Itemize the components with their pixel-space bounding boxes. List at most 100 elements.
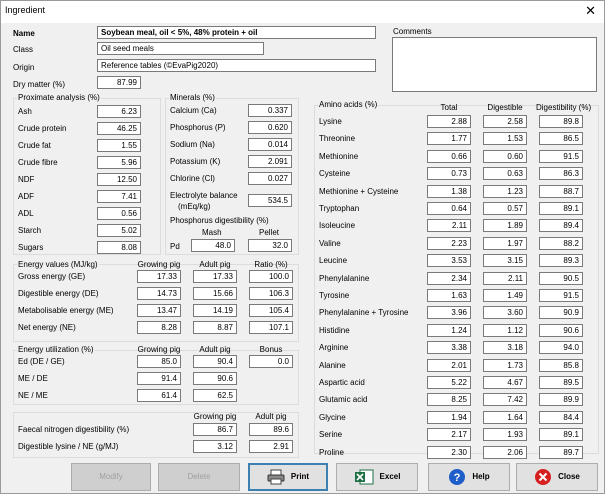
amino-value[interactable]: 0.73 [427, 167, 471, 181]
amino-value[interactable]: 1.97 [483, 236, 527, 250]
amino-value[interactable]: 1.23 [483, 184, 527, 198]
proximate-value[interactable]: 1.55 [97, 139, 141, 152]
amino-value[interactable]: 86.3 [539, 167, 583, 181]
util-value[interactable]: 91.4 [137, 372, 181, 385]
faecal-value[interactable]: 2.91 [249, 440, 293, 453]
util-value[interactable]: 62.5 [193, 389, 237, 402]
amino-value[interactable]: 7.42 [483, 393, 527, 407]
amino-value[interactable]: 0.63 [483, 167, 527, 181]
amino-value[interactable]: 86.5 [539, 132, 583, 146]
energy-value[interactable]: 14.19 [193, 304, 237, 317]
faecal-value[interactable]: 3.12 [193, 440, 237, 453]
comments-field[interactable] [392, 37, 597, 92]
energy-value[interactable]: 14.73 [137, 287, 181, 300]
mineral-value[interactable]: 0.027 [248, 172, 292, 185]
name-field[interactable]: Soybean meal, oil < 5%, 48% protein + oi… [97, 26, 376, 39]
energy-value[interactable]: 105.4 [249, 304, 293, 317]
amino-value[interactable]: 2.30 [427, 445, 471, 459]
util-value[interactable]: 0.0 [249, 355, 293, 368]
amino-value[interactable]: 89.7 [539, 445, 583, 459]
amino-value[interactable]: 1.24 [427, 323, 471, 337]
modify-button[interactable]: Modify [71, 463, 151, 491]
proximate-value[interactable]: 46.25 [97, 122, 141, 135]
amino-value[interactable]: 90.5 [539, 271, 583, 285]
amino-value[interactable]: 5.22 [427, 376, 471, 389]
util-value[interactable]: 90.4 [193, 355, 237, 368]
close-icon[interactable]: ✕ [585, 3, 596, 19]
energy-value[interactable]: 107.1 [249, 321, 293, 334]
class-field[interactable]: Oil seed meals [97, 42, 264, 55]
mineral-value[interactable]: 0.014 [248, 138, 292, 151]
util-value[interactable]: 61.4 [137, 389, 181, 402]
amino-value[interactable]: 1.93 [483, 428, 527, 442]
util-value[interactable]: 90.6 [193, 372, 237, 385]
energy-value[interactable]: 13.47 [137, 304, 181, 317]
amino-value[interactable]: 2.11 [427, 219, 471, 233]
amino-value[interactable]: 89.3 [539, 254, 583, 268]
amino-value[interactable]: 94.0 [539, 341, 583, 355]
amino-value[interactable]: 1.64 [483, 410, 527, 424]
amino-value[interactable]: 89.8 [539, 115, 583, 128]
proximate-value[interactable]: 7.41 [97, 190, 141, 203]
amino-value[interactable]: 88.7 [539, 184, 583, 198]
mineral-value[interactable]: 0.337 [248, 104, 292, 117]
amino-value[interactable]: 89.5 [539, 376, 583, 389]
amino-value[interactable]: 91.5 [539, 289, 583, 302]
amino-value[interactable]: 1.89 [483, 219, 527, 233]
faecal-value[interactable]: 86.7 [193, 423, 237, 436]
proximate-value[interactable]: 12.50 [97, 173, 141, 186]
amino-value[interactable]: 2.06 [483, 445, 527, 459]
proximate-value[interactable]: 8.08 [97, 241, 141, 254]
amino-value[interactable]: 89.1 [539, 202, 583, 215]
amino-value[interactable]: 88.2 [539, 236, 583, 250]
electrolyte-field[interactable]: 534.5 [248, 194, 292, 207]
amino-value[interactable]: 1.53 [483, 132, 527, 146]
amino-value[interactable]: 1.94 [427, 410, 471, 424]
proximate-value[interactable]: 0.56 [97, 207, 141, 220]
amino-value[interactable]: 89.4 [539, 219, 583, 233]
close-button[interactable]: Close [516, 463, 598, 491]
delete-button[interactable]: Delete [158, 463, 240, 491]
amino-value[interactable]: 89.9 [539, 393, 583, 407]
amino-value[interactable]: 3.15 [483, 254, 527, 268]
energy-value[interactable]: 106.3 [249, 287, 293, 300]
amino-value[interactable]: 90.9 [539, 306, 583, 320]
amino-value[interactable]: 85.8 [539, 358, 583, 372]
amino-value[interactable]: 89.1 [539, 428, 583, 442]
amino-value[interactable]: 1.12 [483, 323, 527, 337]
util-value[interactable]: 85.0 [137, 355, 181, 368]
amino-value[interactable]: 2.11 [483, 271, 527, 285]
amino-value[interactable]: 8.25 [427, 393, 471, 407]
amino-value[interactable]: 3.53 [427, 254, 471, 268]
energy-value[interactable]: 8.28 [137, 321, 181, 334]
proximate-value[interactable]: 5.96 [97, 156, 141, 169]
amino-value[interactable]: 1.77 [427, 132, 471, 146]
proximate-value[interactable]: 5.02 [97, 224, 141, 237]
energy-value[interactable]: 100.0 [249, 270, 293, 283]
amino-value[interactable]: 2.17 [427, 428, 471, 442]
amino-value[interactable]: 90.6 [539, 323, 583, 337]
proximate-value[interactable]: 6.23 [97, 105, 141, 118]
energy-value[interactable]: 8.87 [193, 321, 237, 334]
amino-value[interactable]: 0.64 [427, 202, 471, 215]
dry-matter-field[interactable]: 87.99 [97, 76, 141, 89]
amino-value[interactable]: 84.4 [539, 410, 583, 424]
amino-value[interactable]: 0.60 [483, 149, 527, 163]
energy-value[interactable]: 17.33 [137, 270, 181, 283]
amino-value[interactable]: 2.23 [427, 236, 471, 250]
energy-value[interactable]: 17.33 [193, 270, 237, 283]
pellet-field[interactable]: 32.0 [248, 239, 292, 252]
amino-value[interactable]: 3.18 [483, 341, 527, 355]
amino-value[interactable]: 2.58 [483, 115, 527, 128]
amino-value[interactable]: 1.38 [427, 184, 471, 198]
mash-field[interactable]: 48.0 [191, 239, 235, 252]
amino-value[interactable]: 0.66 [427, 149, 471, 163]
faecal-value[interactable]: 89.6 [249, 423, 293, 436]
amino-value[interactable]: 2.88 [427, 115, 471, 128]
amino-value[interactable]: 1.49 [483, 289, 527, 302]
amino-value[interactable]: 1.63 [427, 289, 471, 302]
help-button[interactable]: ? Help [428, 463, 510, 491]
amino-value[interactable]: 3.38 [427, 341, 471, 355]
amino-value[interactable]: 3.96 [427, 306, 471, 320]
print-button[interactable]: Print [248, 463, 328, 491]
